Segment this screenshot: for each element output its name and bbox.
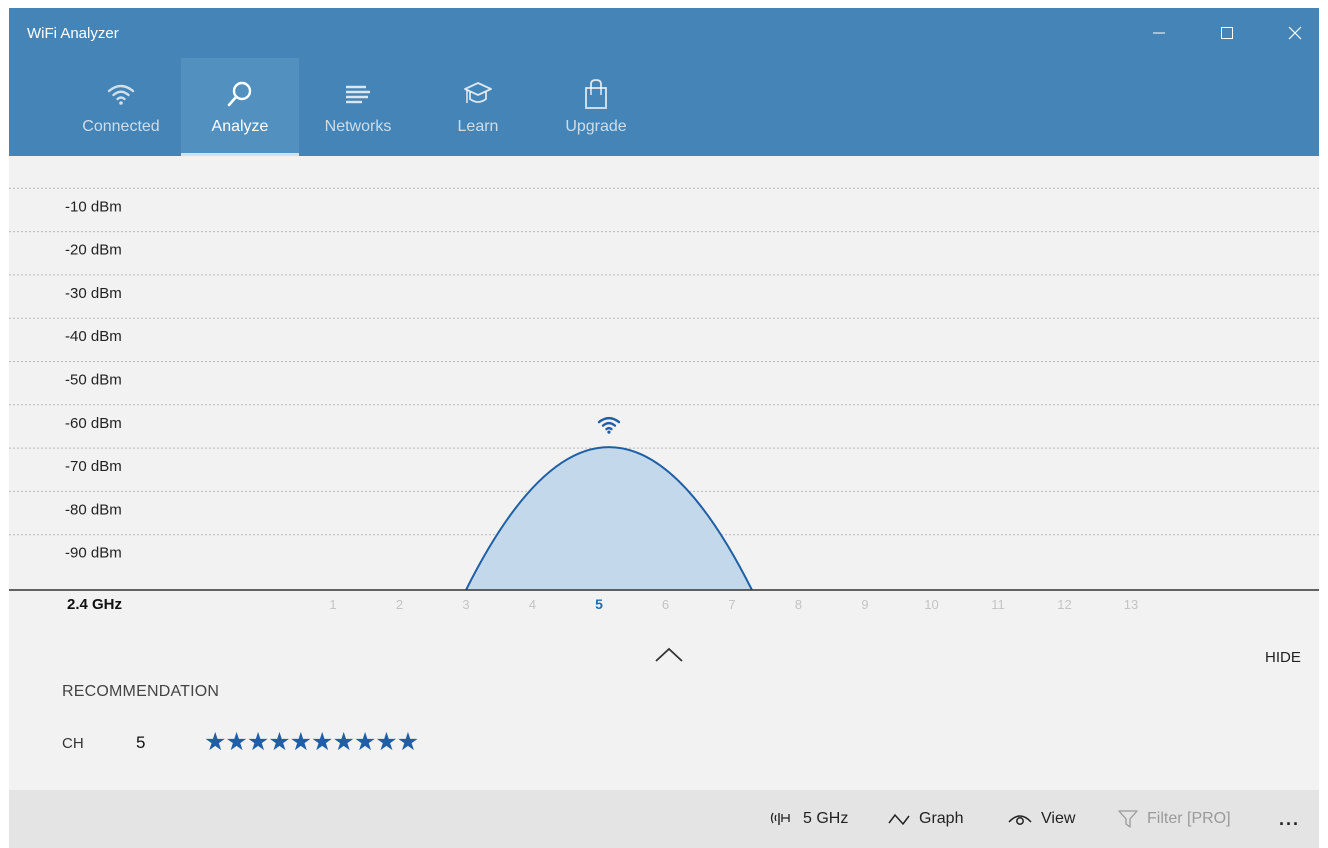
band-toggle-label: 5 GHz — [803, 810, 849, 827]
recommendation-ch-label: CH — [62, 735, 84, 752]
x-tick-label: 8 — [795, 597, 802, 612]
band-label: 2.4 GHz — [67, 596, 122, 613]
view-button-label: View — [1041, 810, 1076, 827]
tab-upgrade[interactable]: Upgrade — [537, 58, 655, 156]
y-tick-label: -90 dBm — [65, 545, 122, 562]
magnifier-icon — [225, 78, 255, 110]
x-tick-label: 7 — [728, 597, 735, 612]
x-tick-label: 11 — [991, 597, 1005, 612]
maximize-icon — [1221, 27, 1233, 39]
signal-chart-svg: -10 dBm -20 dBm -30 dBm -40 dBm -50 dBm -60 d… — [9, 187, 1319, 613]
app-header: WiFi Analyzer Connected Analyze Networks… — [9, 8, 1319, 156]
tab-learn[interactable]: Learn — [419, 58, 537, 156]
x-tick-label: 13 — [1124, 597, 1138, 612]
filter-button[interactable]: Filter [PRO] — [1117, 790, 1231, 848]
y-tick-label: -80 dBm — [65, 501, 122, 518]
window-title: WiFi Analyzer — [27, 25, 119, 42]
x-tick-label: 9 — [861, 597, 868, 612]
filter-funnel-icon — [1117, 809, 1139, 829]
graduation-cap-icon — [462, 78, 494, 110]
app-window: WiFi Analyzer Connected Analyze Networks… — [9, 8, 1319, 848]
more-options-button[interactable]: ... — [1279, 790, 1300, 848]
list-lines-icon — [343, 78, 373, 110]
wifi-icon[interactable] — [597, 416, 621, 434]
recommendation-title: RECOMMENDATION — [62, 683, 220, 700]
maximize-button[interactable] — [1209, 18, 1245, 48]
chevron-up-icon[interactable] — [653, 644, 685, 666]
signal-chart: -10 dBm -20 dBm -30 dBm -40 dBm -50 dBm -60 d… — [9, 156, 1319, 632]
y-tick-label: -30 dBm — [65, 285, 122, 302]
x-tick-label: 3 — [462, 597, 469, 612]
y-tick-label: -10 dBm — [65, 198, 122, 215]
minimize-button[interactable] — [1141, 18, 1177, 48]
tab-networks[interactable]: Networks — [299, 58, 417, 156]
eye-icon — [1007, 811, 1033, 827]
x-tick-label: 5 — [595, 596, 603, 612]
tab-upgrade-label: Upgrade — [565, 118, 627, 135]
x-tick-label: 12 — [1057, 597, 1071, 612]
tab-analyze[interactable]: Analyze — [181, 58, 299, 156]
wifi-icon — [106, 78, 136, 110]
close-icon — [1288, 26, 1302, 40]
recommendation-channel: 5 — [136, 733, 146, 752]
shopping-bag-icon — [582, 78, 610, 110]
tab-networks-label: Networks — [324, 118, 392, 135]
view-button[interactable]: View — [1007, 790, 1075, 848]
x-tick-label: 10 — [924, 597, 938, 612]
x-tick-label: 6 — [662, 597, 669, 612]
antenna-icon — [769, 810, 795, 828]
close-button[interactable] — [1277, 18, 1313, 48]
graph-button[interactable]: Graph — [887, 790, 963, 848]
x-tick-label: 1 — [329, 597, 336, 612]
filter-button-label: Filter [PRO] — [1147, 810, 1231, 827]
y-tick-label: -20 dBm — [65, 242, 122, 259]
y-tick-label: -70 dBm — [65, 458, 122, 475]
y-tick-label: -50 dBm — [65, 372, 122, 389]
band-toggle-button[interactable]: 5 GHz — [769, 790, 848, 848]
recommendation-rating-stars: ★★★★★★★★★★ — [204, 728, 419, 756]
command-bar: 5 GHz Graph View Filter [PRO] ... — [9, 790, 1319, 848]
graph-button-label: Graph — [919, 810, 964, 827]
hide-button[interactable]: HIDE — [1265, 649, 1301, 666]
tab-connected[interactable]: Connected — [62, 58, 180, 156]
x-tick-label: 2 — [396, 597, 403, 612]
minimize-icon — [1153, 32, 1165, 34]
tab-analyze-label: Analyze — [211, 118, 269, 135]
y-tick-label: -60 dBm — [65, 415, 122, 432]
y-tick-label: -40 dBm — [65, 328, 122, 345]
x-tick-label: 4 — [529, 597, 536, 612]
graph-line-icon — [887, 811, 911, 827]
tab-learn-label: Learn — [457, 118, 499, 135]
tab-connected-label: Connected — [82, 118, 160, 135]
